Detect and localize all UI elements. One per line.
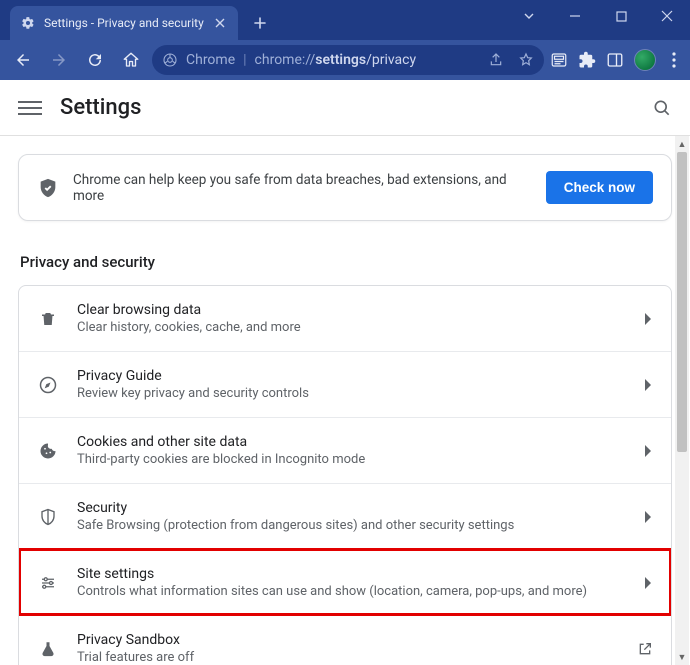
check-now-button[interactable]: Check now [546, 171, 653, 204]
side-panel-icon[interactable] [606, 51, 624, 69]
row-title: Privacy Guide [77, 368, 627, 384]
extension-news-icon[interactable] [550, 51, 568, 69]
row-title: Site settings [77, 566, 627, 582]
row-title: Security [77, 500, 627, 516]
cookie-icon [37, 442, 59, 460]
vertical-scrollbar[interactable]: ▲ ▼ [675, 136, 689, 665]
row-subtitle: Safe Browsing (protection from dangerous… [77, 518, 627, 533]
shield-check-icon [37, 177, 59, 199]
settings-row-site-settings[interactable]: Site settings Controls what information s… [19, 549, 671, 615]
chevron-right-icon [645, 379, 653, 391]
chevron-right-icon [645, 577, 653, 589]
chevron-right-icon [645, 445, 653, 457]
window-minimize-button[interactable] [552, 0, 598, 32]
browser-toolbar: Chrome | chrome://settings/privacy [0, 40, 690, 80]
row-subtitle: Trial features are off [77, 650, 619, 665]
row-title: Clear browsing data [77, 302, 627, 318]
settings-search-button[interactable] [652, 98, 672, 118]
window-titlebar: Settings - Privacy and security [0, 0, 690, 40]
privacy-section-card: Clear browsing data Clear history, cookie… [18, 285, 672, 665]
bookmark-star-icon[interactable] [518, 52, 534, 68]
settings-row-cookies-and-other-site-data[interactable]: Cookies and other site data Third-party c… [19, 417, 671, 483]
settings-header: Settings [0, 80, 690, 136]
external-link-icon [637, 641, 653, 657]
row-subtitle: Third-party cookies are blocked in Incog… [77, 452, 627, 467]
omnibox-url: chrome://settings/privacy [255, 52, 417, 68]
row-subtitle: Controls what information sites can use … [77, 584, 627, 599]
tab-close-icon[interactable] [212, 15, 228, 31]
flask-icon [37, 640, 59, 658]
gear-icon [20, 16, 36, 30]
banner-text: Chrome can help keep you safe from data … [73, 172, 532, 204]
settings-row-security[interactable]: Security Safe Browsing (protection from d… [19, 483, 671, 549]
extensions-puzzle-icon[interactable] [578, 51, 596, 69]
safety-check-banner: Chrome can help keep you safe from data … [18, 154, 672, 221]
page-title: Settings [60, 95, 141, 120]
scroll-up-arrow-icon[interactable]: ▲ [675, 136, 689, 152]
row-title: Privacy Sandbox [77, 632, 619, 648]
tab-title: Settings - Privacy and security [44, 16, 204, 30]
window-maximize-button[interactable] [598, 0, 644, 32]
shield-icon [37, 507, 59, 527]
settings-row-privacy-sandbox[interactable]: Privacy Sandbox Trial features are off [19, 615, 671, 665]
row-subtitle: Clear history, cookies, cache, and more [77, 320, 627, 335]
reload-button[interactable] [80, 45, 110, 75]
scrollbar-thumb[interactable] [677, 152, 687, 452]
sliders-icon [37, 574, 59, 592]
profile-avatar[interactable] [634, 49, 656, 71]
menu-hamburger-icon[interactable] [18, 101, 42, 115]
back-button[interactable] [8, 45, 38, 75]
settings-row-privacy-guide[interactable]: Privacy Guide Review key privacy and secu… [19, 351, 671, 417]
row-title: Cookies and other site data [77, 434, 627, 450]
share-icon[interactable] [488, 52, 504, 68]
row-subtitle: Review key privacy and security controls [77, 386, 627, 401]
window-close-button[interactable] [644, 0, 690, 32]
settings-row-clear-browsing-data[interactable]: Clear browsing data Clear history, cookie… [19, 286, 671, 351]
window-caret-down-icon[interactable] [506, 0, 552, 32]
chevron-right-icon [645, 511, 653, 523]
forward-button[interactable] [44, 45, 74, 75]
new-tab-button[interactable] [246, 9, 274, 37]
address-bar[interactable]: Chrome | chrome://settings/privacy [152, 45, 544, 75]
content-area: Chrome can help keep you safe from data … [0, 136, 690, 665]
scroll-down-arrow-icon[interactable]: ▼ [675, 649, 689, 665]
home-button[interactable] [116, 45, 146, 75]
menu-dots-icon[interactable] [666, 51, 682, 69]
section-title: Privacy and security [20, 253, 672, 271]
trash-icon [37, 310, 59, 328]
compass-icon [37, 375, 59, 395]
omnibox-scheme: Chrome [186, 52, 235, 68]
browser-tab[interactable]: Settings - Privacy and security [10, 6, 238, 40]
chevron-right-icon [645, 313, 653, 325]
chrome-logo-icon [162, 52, 178, 68]
